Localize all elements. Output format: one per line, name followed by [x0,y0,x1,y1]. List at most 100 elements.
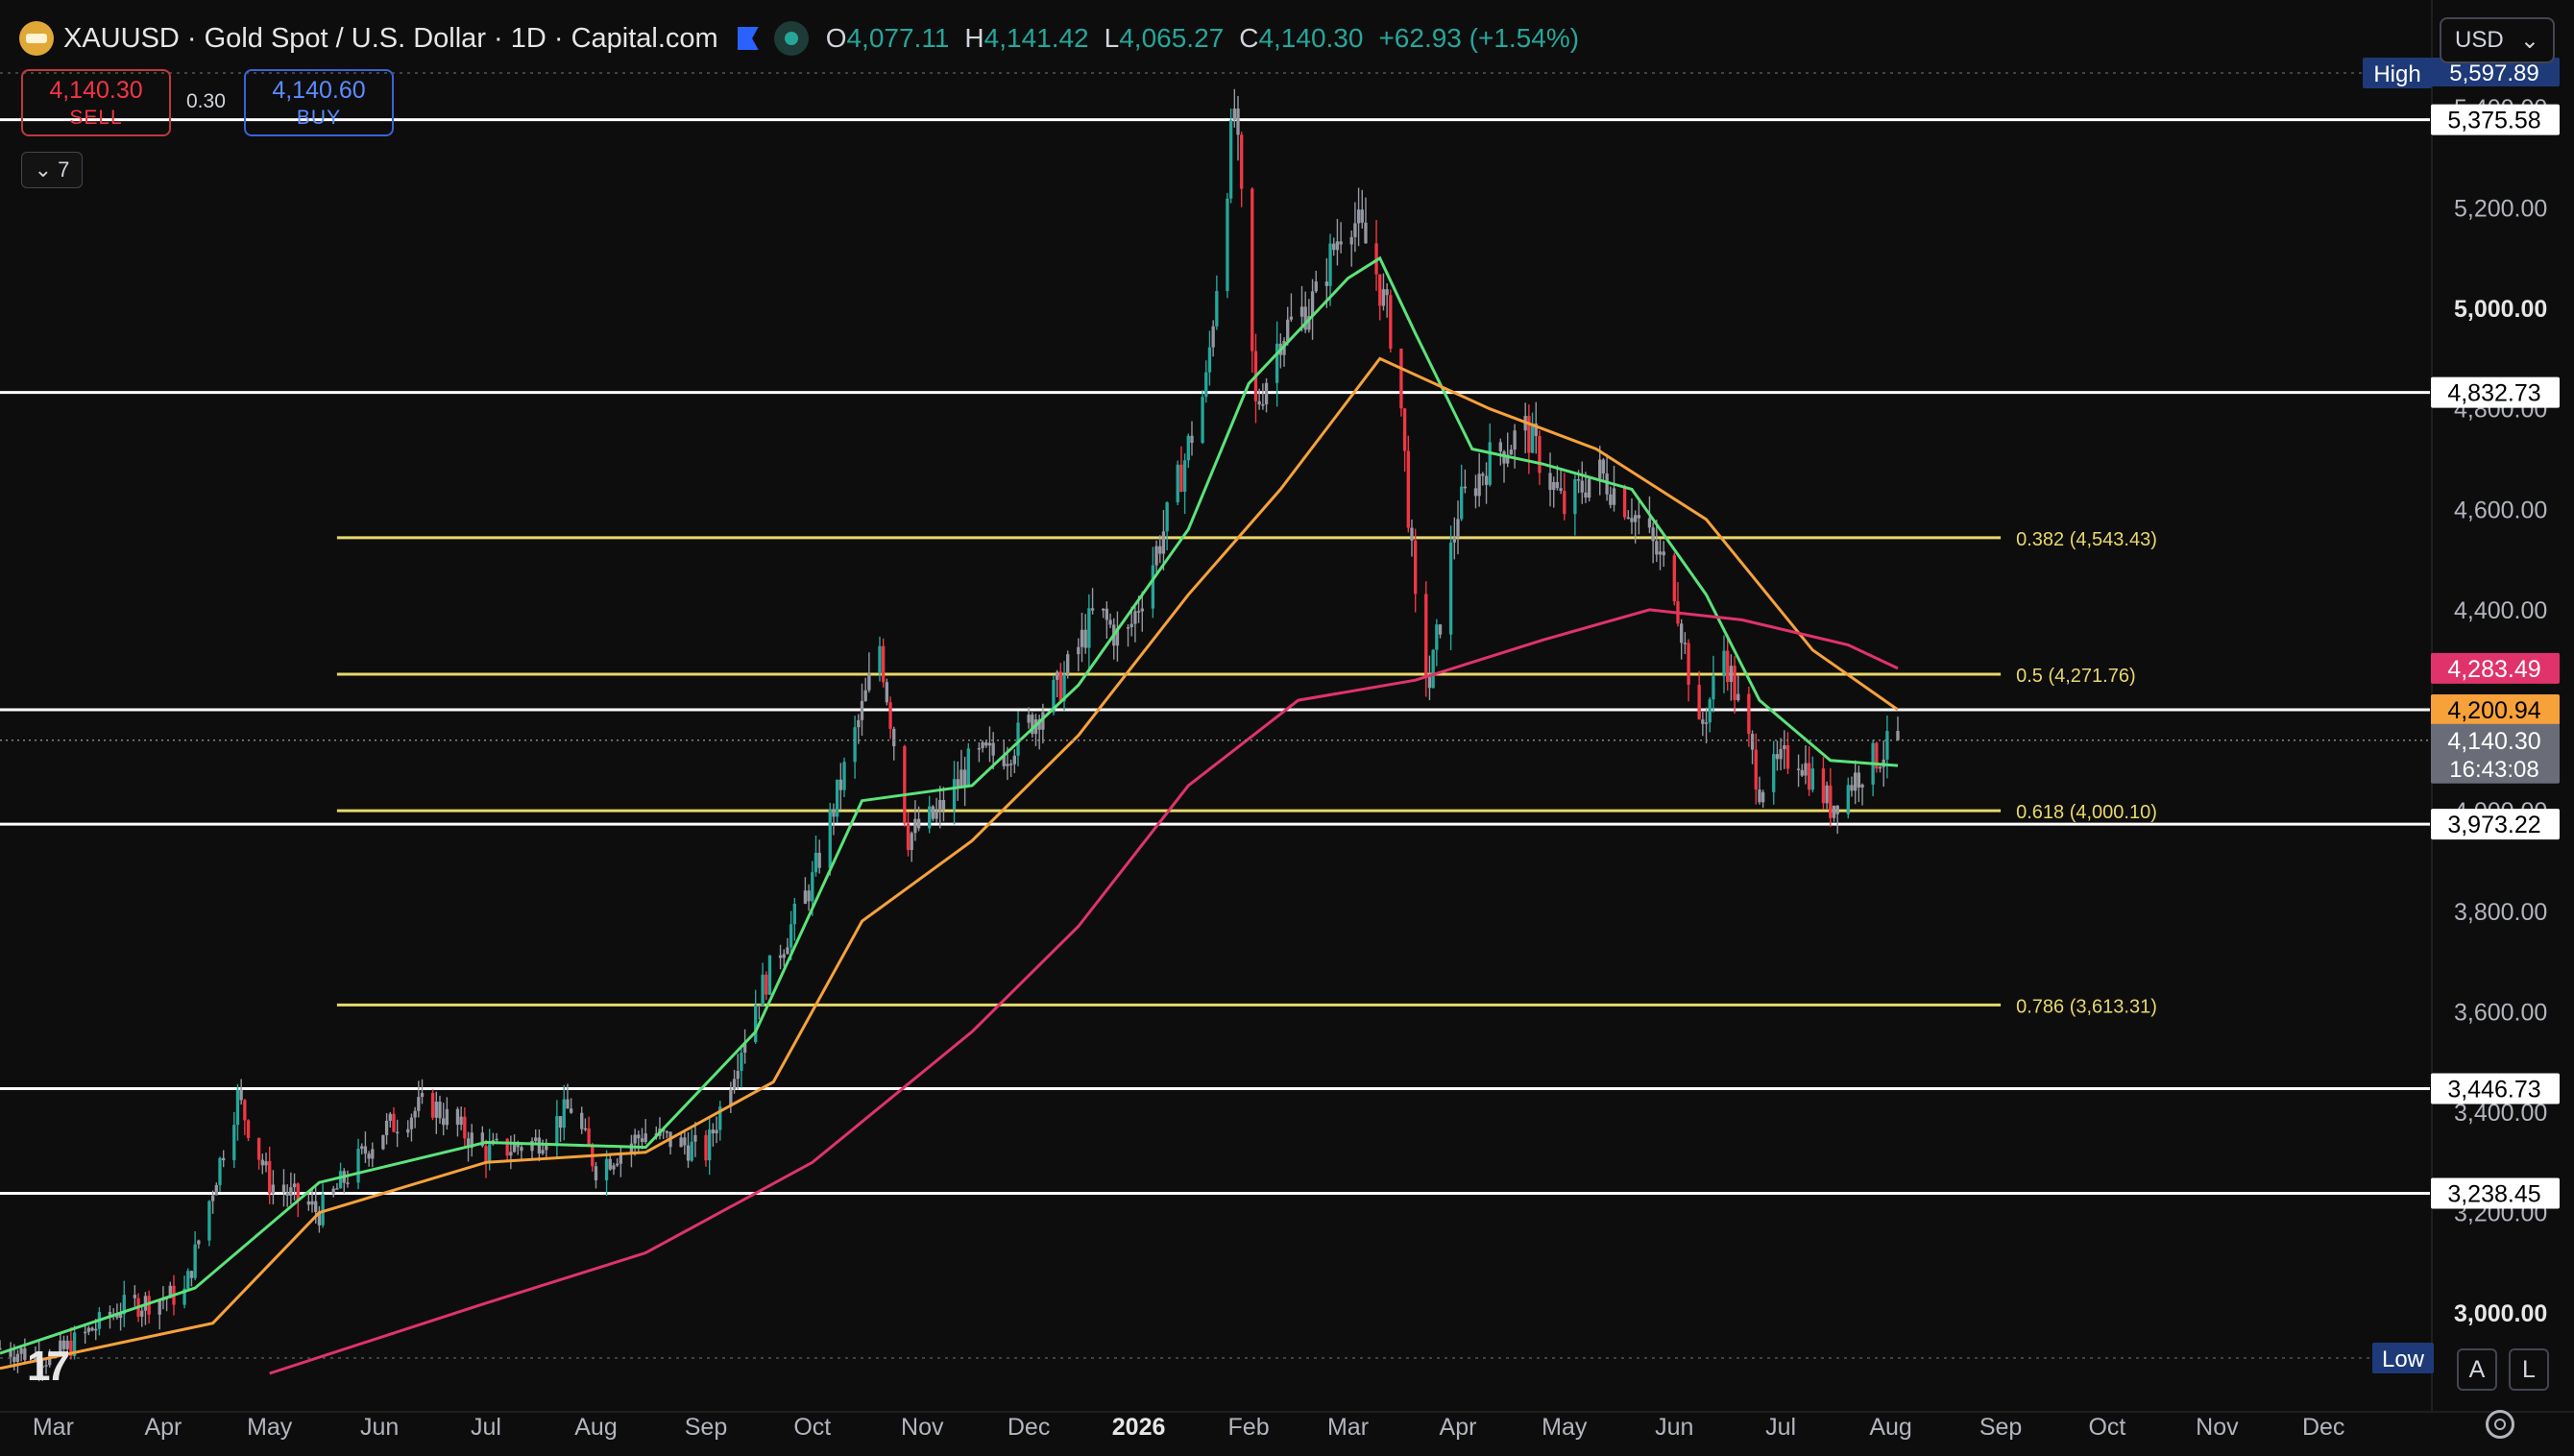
candle-body [1154,546,1158,566]
flag-icon[interactable] [737,27,759,50]
candle-body [1186,435,1190,461]
candle-body [817,852,821,868]
market-status-icon[interactable] [773,21,809,56]
candle-body [338,1171,343,1189]
fib-level-label: 0.618 (4,000.10) [2016,802,2157,823]
candle-body [562,1099,566,1128]
x-tick-label: Jul [471,1414,501,1441]
x-tick-label: Feb [1228,1414,1270,1441]
candle-body [569,1108,573,1113]
candle-body [941,799,946,811]
price-chart[interactable]: 3,000.003,200.003,400.003,600.003,800.00… [0,0,2574,1456]
candle-body [445,1108,449,1126]
candle-body [534,1137,538,1141]
log-scale-button[interactable]: L [2509,1348,2549,1391]
open-key: O [825,23,847,53]
candle-body [1101,608,1105,611]
candle-body [1563,491,1566,515]
candle-body [1226,198,1229,291]
candle-body [1775,754,1780,760]
horizontal-line-label: 3,238.45 [2447,1181,2540,1208]
candle-body [83,1331,87,1334]
candle-body [1857,772,1861,788]
candle-body [1622,488,1627,518]
candle-body [732,1079,737,1090]
candle-body [1530,423,1535,453]
candle-body [1460,486,1464,520]
candle-body [1332,243,1336,251]
sell-button[interactable]: 4,140.30 SELL [21,69,171,136]
candle-body [704,1134,708,1161]
x-tick-label: Nov [901,1414,944,1441]
chevron-down-icon: ⌄ [34,158,53,182]
candle-body [1077,646,1081,655]
candle-body [360,1146,364,1150]
candle-body [1406,450,1410,528]
candle-body [285,1192,289,1196]
candle-body [488,1144,492,1163]
tradingview-logo-icon[interactable]: 17 [27,1343,70,1391]
candle-body [1598,459,1602,479]
candle-body [1176,464,1179,502]
change-value: +62.93 (+1.54%) [1378,23,1580,53]
buy-button[interactable]: 4,140.60 BUY [244,69,394,136]
candle-body [1456,519,1460,538]
high-value-label: 5,597.89 [2449,61,2538,86]
candle-body [811,872,814,902]
x-tick-label: Sep [1979,1414,2022,1441]
gear-icon[interactable] [2486,1410,2514,1439]
candle-body [1683,643,1688,644]
candle-body [434,1102,438,1118]
candle-body [1484,475,1489,485]
candle-body [260,1159,264,1166]
candle-body [541,1150,545,1154]
candle-body [1448,542,1453,635]
x-tick-label: Mar [1327,1414,1369,1441]
candle-body [1385,289,1389,296]
candle-body [1452,537,1456,543]
candle-body [1431,649,1435,689]
candle-body [1513,430,1517,450]
candle-body [1158,546,1162,554]
candle-body [1129,623,1133,628]
x-tick-label: Dec [2302,1414,2344,1441]
chevron-down-icon: ⌄ [2519,27,2539,54]
candle-body [888,702,892,729]
currency-select[interactable]: USD ⌄ [2440,17,2555,63]
candle-body [1576,478,1581,481]
candle-body [1232,109,1236,121]
candle-body [537,1137,542,1154]
candle-body [1080,629,1084,647]
candle-body [15,1353,20,1362]
candle-body [938,799,942,812]
y-tick-label: 3,600.00 [2454,999,2547,1026]
candle-body [583,1128,588,1130]
indicators-toggle-button[interactable]: ⌄ 7 [21,152,83,188]
candle-body [1697,684,1701,720]
candle-body [903,746,907,824]
y-tick-label: 4,600.00 [2454,497,2547,523]
candle-body [409,1117,414,1129]
candle-body [803,890,808,904]
countdown-label: 16:43:08 [2449,757,2538,783]
candle-body [520,1147,523,1152]
auto-scale-button[interactable]: A [2457,1348,2497,1391]
symbol-title[interactable]: XAUUSD · Gold Spot / U.S. Dollar · 1D · … [63,23,718,55]
x-tick-label: Aug [1869,1414,1911,1441]
x-tick-label: Apr [1440,1414,1477,1441]
candle-body [878,645,882,674]
candle-body [665,1131,669,1133]
candle-body [218,1157,222,1185]
y-tick-label: 3,000.00 [2454,1300,2547,1327]
candle-body [757,1005,762,1007]
candle-body [1058,671,1062,702]
candle-body [693,1134,697,1142]
candle-body [740,1052,743,1072]
candle-body [384,1120,389,1135]
candle-body [1324,281,1329,286]
high-value: 4,141.42 [983,23,1089,53]
candle-body [1140,608,1144,612]
candle-body [966,748,970,787]
y-tick-label: 4,400.00 [2454,597,2547,624]
candle-body [952,779,957,811]
